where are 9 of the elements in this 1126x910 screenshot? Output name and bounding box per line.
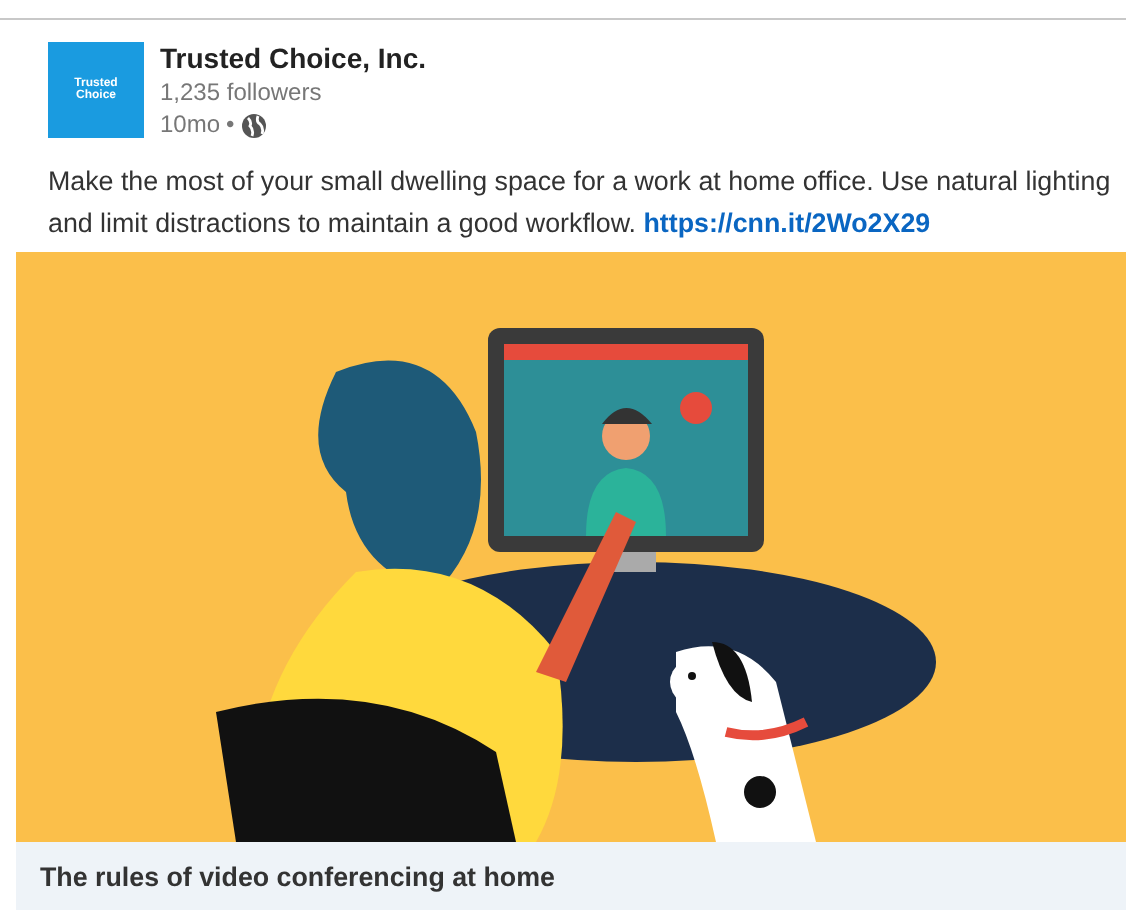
globe-icon xyxy=(240,111,269,139)
post-link[interactable]: https://cnn.it/2Wo2X29 xyxy=(643,208,931,238)
illustration-drawing[interactable] xyxy=(16,252,1126,842)
post-text: Make the most of your small dwelling space for a work at home office. Use natural lighting and limit distractions to maintain a good workflow. https://cnn.it/2Wo2X29 xyxy=(48,164,1113,242)
article-title[interactable]: The rules of video conferencing at home xyxy=(16,842,1126,910)
follower-count: 1,235 followers xyxy=(160,78,324,108)
post-age: 10mo xyxy=(160,110,221,140)
separator-dot: • xyxy=(226,110,235,140)
author-name[interactable]: Trusted Choice, Inc. xyxy=(160,42,427,76)
